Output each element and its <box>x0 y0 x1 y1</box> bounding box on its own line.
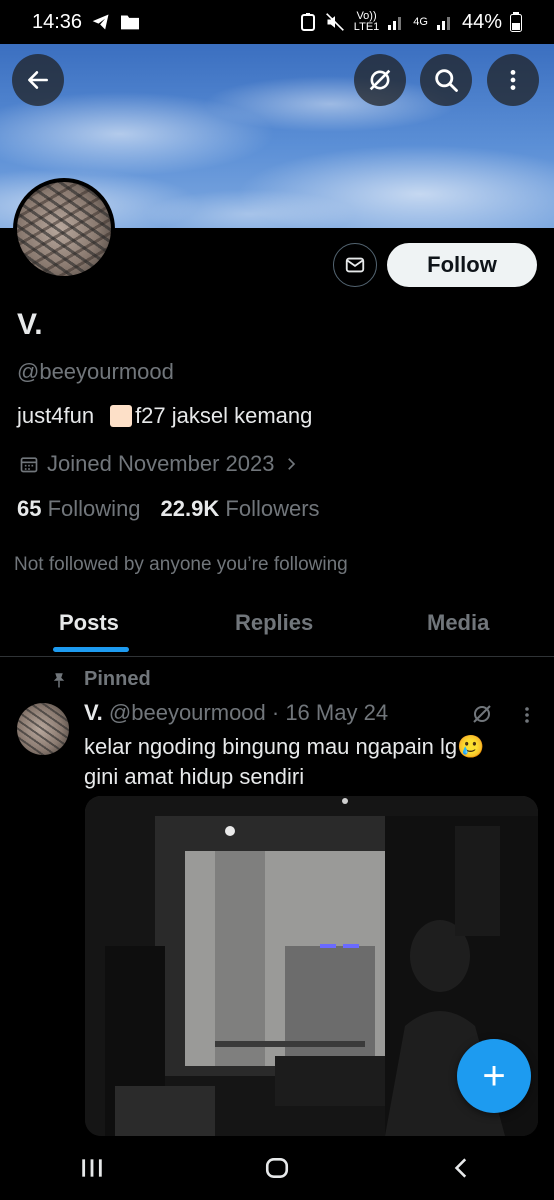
profile-avatar[interactable] <box>13 178 115 280</box>
followers-count: 22.9K <box>160 496 220 521</box>
data-saver-icon <box>300 13 315 31</box>
message-button[interactable] <box>333 243 377 287</box>
pin-icon <box>53 672 65 687</box>
following-count: 65 <box>17 496 42 521</box>
folder-icon <box>121 15 140 30</box>
status-time: 14:36 <box>32 10 83 33</box>
follow-button[interactable]: Follow <box>387 243 537 287</box>
skin-tone-swatch-icon <box>110 405 133 427</box>
signal-icon-2 <box>436 17 450 30</box>
tab-media[interactable]: Media <box>427 610 489 636</box>
grok-icon <box>369 69 391 91</box>
grok-icon-small[interactable] <box>470 702 494 726</box>
grok-button[interactable] <box>354 54 406 106</box>
profile-handle: @beeyourmood <box>17 359 174 384</box>
active-tab-indicator <box>53 647 129 652</box>
back-button[interactable] <box>12 54 64 106</box>
joined-text: Joined November 2023 <box>47 451 275 476</box>
plus-icon: + <box>482 1053 506 1098</box>
following-label: Following <box>47 496 141 521</box>
post-text-line2: gini amat hidup sendiri <box>84 764 305 789</box>
post-more-icon[interactable] <box>517 703 537 727</box>
search-button[interactable] <box>420 54 472 106</box>
signal-icon <box>388 17 402 30</box>
network-type: 4G <box>413 15 428 28</box>
arrow-left-icon <box>28 71 48 89</box>
post-avatar[interactable] <box>17 703 69 755</box>
pinned-text: Pinned <box>84 668 151 690</box>
battery-percent: 44% <box>461 10 502 33</box>
compose-post-button[interactable]: + <box>457 1039 531 1113</box>
post-handle-date: @beeyourmood · 16 May 24 <box>108 700 389 725</box>
battery-icon <box>510 12 522 32</box>
follow-stats: 65 Following 22.9K Followers <box>17 496 320 522</box>
post-author[interactable]: V. <box>84 700 103 725</box>
recent-apps-icon[interactable] <box>79 1155 105 1181</box>
profile-bio: just4fun f27 jaksel kemang <box>17 403 312 429</box>
back-nav-icon[interactable] <box>449 1155 475 1181</box>
not-followed-notice: Not followed by anyone you’re following <box>14 554 348 575</box>
android-nav-bar <box>0 1136 554 1200</box>
search-icon <box>435 69 458 92</box>
followers-link[interactable]: 22.9K Followers <box>161 496 320 522</box>
envelope-icon <box>345 257 365 273</box>
bio-text-1: just4fun <box>17 403 95 428</box>
status-bar: 14:36 Vo)) LTE1 4G 44% <box>0 0 554 44</box>
mute-icon <box>325 13 344 31</box>
calendar-icon <box>20 457 38 473</box>
profile-name: V. <box>17 308 43 341</box>
post-header: V. @beeyourmood · 16 May 24 <box>84 700 388 726</box>
post-text-line1: kelar ngoding bingung mau ngapain lg <box>84 734 458 759</box>
telegram-icon <box>92 14 109 30</box>
pinned-label: Pinned <box>50 668 151 691</box>
following-link[interactable]: 65 Following <box>17 496 141 522</box>
tab-posts[interactable]: Posts <box>59 610 119 636</box>
tab-replies[interactable]: Replies <box>235 610 313 636</box>
chevron-right-icon <box>288 458 296 470</box>
more-options-button[interactable] <box>487 54 539 106</box>
post-emoji: 🥲 <box>457 734 485 759</box>
more-vertical-icon <box>510 70 516 90</box>
volte-indicator: Vo)) LTE1 <box>353 10 380 33</box>
bio-text-2: f27 jaksel kemang <box>135 403 313 428</box>
post-text: kelar ngoding bingung mau ngapain lg🥲 gi… <box>84 732 524 792</box>
home-icon[interactable] <box>264 1155 290 1181</box>
followers-label: Followers <box>225 496 320 521</box>
joined-date[interactable]: Joined November 2023 <box>19 451 300 477</box>
